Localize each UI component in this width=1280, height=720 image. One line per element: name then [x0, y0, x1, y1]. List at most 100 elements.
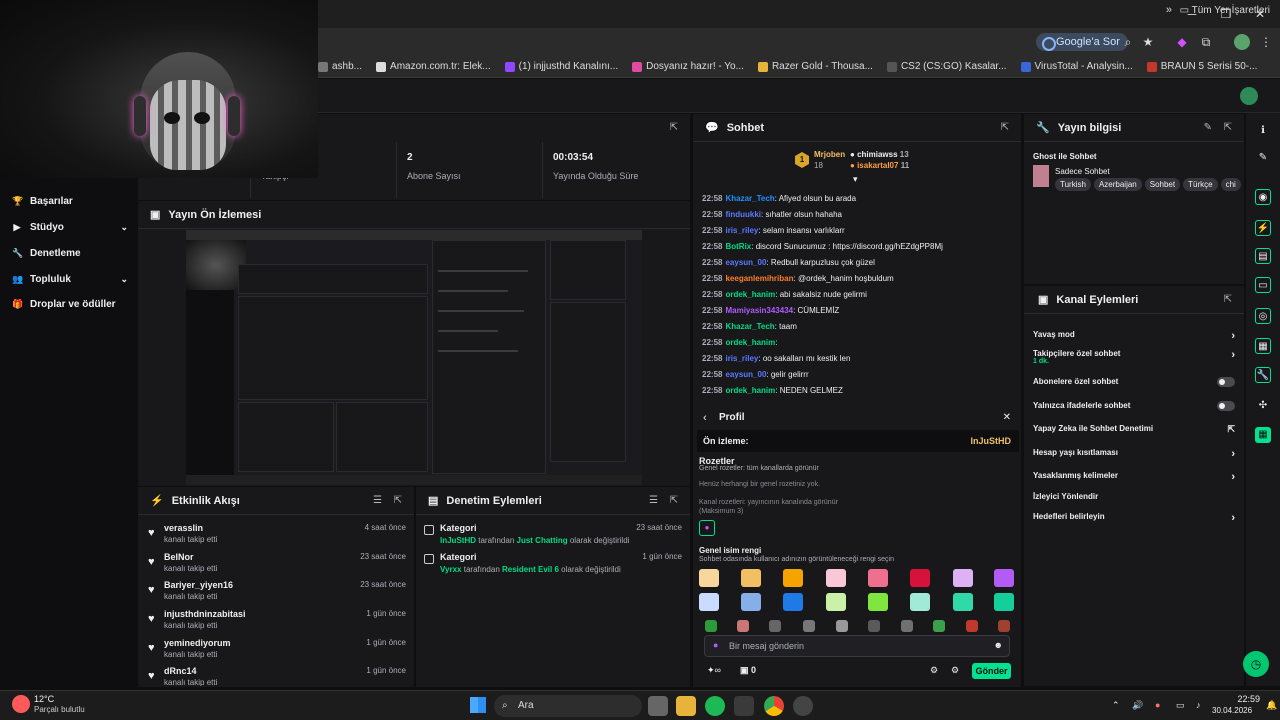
- chat-username[interactable]: finduukki: [725, 210, 761, 219]
- mod-settings-icon[interactable]: ⚙: [951, 665, 959, 676]
- color-swatch[interactable]: [868, 569, 888, 587]
- leader-name[interactable]: Mrjoben: [814, 150, 845, 159]
- mic-icon[interactable]: ●: [1155, 700, 1160, 710]
- send-button[interactable]: Gönder: [972, 663, 1011, 679]
- info-icon[interactable]: ℹ: [1255, 123, 1271, 139]
- channel-action-item[interactable]: Yavaş mod ›: [1033, 330, 1235, 342]
- document-icon[interactable]: ▤: [1255, 248, 1271, 264]
- color-swatch[interactable]: [826, 569, 846, 587]
- toggle-switch[interactable]: [1217, 401, 1235, 411]
- color-swatch[interactable]: [910, 593, 930, 611]
- activity-username[interactable]: verasslin: [164, 523, 203, 533]
- popout-icon[interactable]: ⇱: [394, 495, 402, 506]
- weather-icon[interactable]: [12, 695, 30, 713]
- clock-time[interactable]: 22:59: [1228, 694, 1260, 704]
- activity-username[interactable]: dRnc14: [164, 666, 197, 676]
- tag[interactable]: chi: [1220, 178, 1241, 191]
- emote-icon[interactable]: [836, 620, 848, 632]
- channel-action-item[interactable]: Takipçilere özel sohbet 1 dk. ›: [1033, 349, 1235, 365]
- filter-icon[interactable]: ☰: [373, 495, 382, 506]
- emote-icon[interactable]: [966, 620, 978, 632]
- channel-action-item[interactable]: Yapay Zeka ile Sohbet Denetimi ⇱: [1033, 424, 1235, 434]
- color-swatch[interactable]: [783, 593, 803, 611]
- chat-username[interactable]: Mamiyasin343434: [725, 306, 793, 315]
- bookmark-item[interactable]: Dosyanız hazır! - Yo...: [632, 61, 744, 72]
- color-swatch[interactable]: [868, 593, 888, 611]
- bookmark-item[interactable]: BRAUN 5 Serisi 50-...: [1146, 61, 1257, 72]
- chat-username[interactable]: ordek_hanim: [725, 290, 775, 299]
- chat-username[interactable]: iris_riley: [725, 226, 758, 235]
- chat-username[interactable]: Khazar_Tech: [725, 194, 774, 203]
- popout-icon[interactable]: ⇱: [1224, 294, 1232, 305]
- emote-icon[interactable]: [803, 620, 815, 632]
- edit-icon[interactable]: ✎: [1204, 122, 1212, 133]
- color-swatch[interactable]: [910, 569, 930, 587]
- color-swatch[interactable]: [699, 569, 719, 587]
- chat-username[interactable]: keeganlemihriban: [725, 274, 793, 283]
- taskbar-search[interactable]: Ara: [494, 695, 642, 717]
- ask-google-button[interactable]: Google'a Sor: [1036, 33, 1128, 51]
- mod-game[interactable]: Resident Evil 6: [502, 565, 559, 574]
- steam-icon[interactable]: [793, 696, 813, 716]
- color-swatch[interactable]: [741, 569, 761, 587]
- spotify-icon[interactable]: [705, 696, 725, 716]
- channel-action-item[interactable]: Yasaklanmış kelimeler ›: [1033, 471, 1235, 483]
- nav-item-community[interactable]: 👥 Topluluk ⌄: [12, 274, 128, 285]
- bookmarks-overflow-icon[interactable]: »: [1166, 4, 1172, 16]
- clip-icon[interactable]: ◉: [1255, 189, 1271, 205]
- close-icon[interactable]: ✕: [1003, 412, 1011, 423]
- mod-game[interactable]: Just Chatting: [517, 536, 568, 545]
- windows-start-icon[interactable]: [470, 697, 486, 713]
- mod-user[interactable]: InJuStHD: [440, 536, 476, 545]
- tag[interactable]: Azerbaijan: [1093, 178, 1142, 191]
- extensions-puzzle-icon[interactable]: ⧉: [1198, 34, 1214, 50]
- speaker-icon[interactable]: ♪: [1196, 700, 1201, 710]
- color-swatch[interactable]: [826, 593, 846, 611]
- activity-username[interactable]: BelNor: [164, 552, 194, 562]
- channel-action-item[interactable]: İzleyici Yönlendir: [1033, 492, 1235, 501]
- activity-username[interactable]: injusthdninzabitasi: [164, 609, 246, 619]
- emote-icon[interactable]: [737, 620, 749, 632]
- channel-points[interactable]: ▣ 0: [740, 665, 756, 676]
- bookmark-item[interactable]: VirusTotal - Analysin...: [1020, 61, 1133, 72]
- chat-icon[interactable]: ▭: [1255, 277, 1271, 293]
- emote-icon[interactable]: [705, 620, 717, 632]
- tag[interactable]: Sohbet: [1144, 178, 1181, 191]
- tool-icon[interactable]: 🔧: [1255, 367, 1271, 383]
- category-name[interactable]: Sadece Sohbet: [1055, 167, 1110, 176]
- emote-icon[interactable]: [901, 620, 913, 632]
- color-swatch[interactable]: [699, 593, 719, 611]
- color-swatch[interactable]: [994, 593, 1014, 611]
- bookmark-item[interactable]: Amazon.com.tr: Elek...: [376, 61, 491, 72]
- task-view-icon[interactable]: [648, 696, 668, 716]
- emote-icon[interactable]: [868, 620, 880, 632]
- chat-username[interactable]: iris_riley: [725, 354, 758, 363]
- bits-icon[interactable]: ✦∞: [707, 665, 721, 676]
- nav-item-moderation[interactable]: 🔧 Denetleme: [12, 248, 128, 259]
- activity-username[interactable]: yeminediyorum: [164, 638, 231, 648]
- raid-icon[interactable]: ◎: [1255, 308, 1271, 324]
- chat-username[interactable]: ordek_hanim: [725, 386, 775, 395]
- emote-icon[interactable]: [998, 620, 1010, 632]
- settings-icon[interactable]: ⚙: [930, 665, 938, 676]
- bookmark-item[interactable]: CS2 (CS:GO) Kasalar...: [886, 61, 1007, 72]
- user-avatar[interactable]: [1240, 87, 1258, 105]
- chrome-icon[interactable]: [764, 696, 784, 716]
- bookmark-item[interactable]: ashb...: [318, 61, 362, 72]
- calendar-icon[interactable]: ▦: [1255, 338, 1271, 354]
- nav-item-drops[interactable]: 🎁 Droplar ve ödüller: [12, 299, 128, 310]
- notification-icon[interactable]: 🔔: [1266, 700, 1277, 711]
- chevron-down-icon[interactable]: ▾: [853, 174, 858, 185]
- extension-icon[interactable]: ◆: [1174, 34, 1190, 50]
- share-icon[interactable]: ✣: [1255, 398, 1271, 414]
- color-swatch[interactable]: [953, 569, 973, 587]
- nav-item-studio[interactable]: ▶ Stüdyo ⌄: [12, 222, 128, 233]
- color-swatch[interactable]: [783, 569, 803, 587]
- tray-chevron-icon[interactable]: ⌃: [1112, 700, 1120, 711]
- pencil-icon[interactable]: ✎: [1255, 150, 1271, 166]
- chat-message-input[interactable]: ● Bir mesaj gönderin ☻: [704, 635, 1010, 657]
- emote-icon[interactable]: [769, 620, 781, 632]
- color-swatch[interactable]: [994, 569, 1014, 587]
- chat-username[interactable]: eaysun_00: [725, 370, 766, 379]
- color-swatch[interactable]: [953, 593, 973, 611]
